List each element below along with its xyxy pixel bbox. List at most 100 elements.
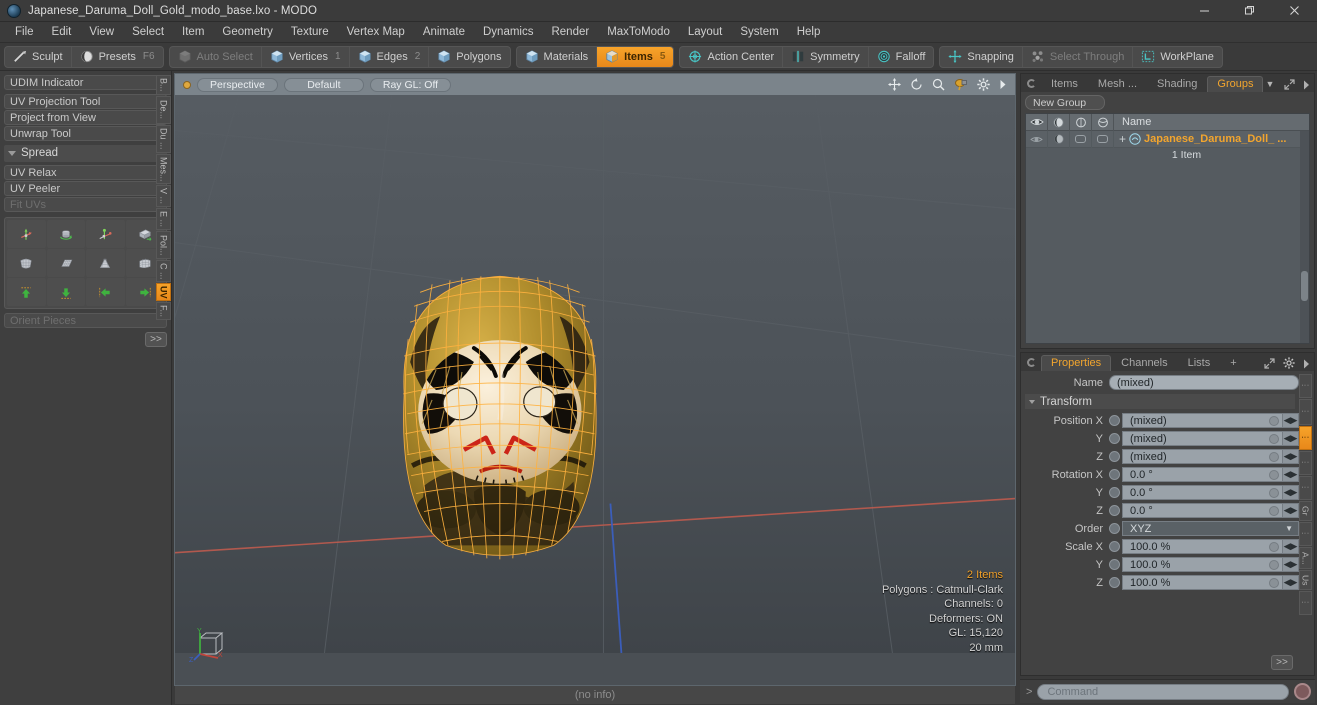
menu-item-help[interactable]: Help [788, 22, 830, 43]
property-stepper-arrows[interactable]: ◀▶ [1283, 575, 1299, 590]
group-row-label[interactable]: + Japanese_Daruma_Doll_ ... [1114, 133, 1286, 145]
tool-uv-peeler[interactable]: UV Peeler [4, 181, 167, 196]
property-value-field[interactable]: XYZ ▼ [1122, 521, 1299, 536]
toolbar-button-snapping[interactable]: Snapping [940, 46, 1023, 67]
tab-add[interactable]: + [1220, 355, 1246, 371]
viewport-raygl-selector[interactable]: Ray GL: Off [369, 77, 452, 92]
chevron-down-icon[interactable]: ▼ [1263, 79, 1279, 92]
new-group-button[interactable]: New Group [1025, 95, 1105, 110]
property-value-field[interactable]: 0.0 ° [1122, 503, 1283, 518]
left-vtab-4[interactable]: V ... [156, 185, 171, 207]
property-stepper-arrows[interactable]: ◀▶ [1283, 413, 1299, 428]
property-radio-toggle[interactable] [1109, 541, 1120, 552]
left-vtab-3[interactable]: Mes... [156, 154, 171, 184]
tool-udim-indicator[interactable]: UDIM Indicator [4, 75, 167, 90]
tab-properties[interactable]: Properties [1041, 355, 1112, 371]
section-header-spread[interactable]: Spread [4, 145, 167, 162]
property-stepper-arrows[interactable]: ◀▶ [1283, 539, 1299, 554]
property-radio-toggle[interactable] [1109, 559, 1120, 570]
menu-item-vertex-map[interactable]: Vertex Map [338, 22, 414, 43]
property-value-field[interactable]: 100.0 % [1122, 575, 1283, 590]
property-value-field[interactable]: 100.0 % [1122, 557, 1283, 572]
property-stepper-arrows[interactable]: ◀▶ [1283, 503, 1299, 518]
property-knob-icon[interactable] [1269, 541, 1279, 552]
groups-scrollbar-thumb[interactable] [1301, 271, 1308, 301]
uv-move-axis-icon[interactable] [86, 220, 125, 248]
left-vtab-9[interactable]: F... [156, 302, 171, 320]
property-knob-icon[interactable] [1269, 469, 1279, 480]
tool-uv-projection-tool[interactable]: UV Projection Tool [4, 94, 167, 109]
menu-item-edit[interactable]: Edit [43, 22, 81, 43]
property-radio-toggle[interactable] [1109, 433, 1120, 444]
properties-settings-button[interactable] [1279, 357, 1299, 371]
property-knob-icon[interactable] [1269, 577, 1279, 588]
property-knob-icon[interactable] [1269, 559, 1279, 570]
panel-menu-icon[interactable] [1027, 358, 1036, 367]
column-shading[interactable] [1092, 113, 1114, 131]
transform-section-header[interactable]: Transform [1025, 394, 1295, 409]
toolbar-button-presets[interactable]: Presets F6 [72, 47, 163, 67]
properties-expand-button[interactable] [1260, 358, 1279, 371]
menu-item-texture[interactable]: Texture [282, 22, 338, 43]
menu-item-select[interactable]: Select [123, 22, 173, 43]
row-visibility-toggle[interactable] [1026, 130, 1048, 148]
menu-item-system[interactable]: System [731, 22, 787, 43]
property-value-field[interactable]: (mixed) [1122, 449, 1283, 464]
property-radio-toggle[interactable] [1109, 451, 1120, 462]
toolbar-button-edges[interactable]: Edges 2 [350, 46, 430, 67]
property-radio-toggle[interactable] [1109, 469, 1120, 480]
viewport-active-dot[interactable] [183, 80, 191, 89]
table-row[interactable]: + Japanese_Daruma_Doll_ ... [1026, 130, 1309, 148]
3d-viewport[interactable]: 2 Items Polygons : Catmull-Clark Channel… [174, 95, 1016, 686]
toolbar-button-falloff[interactable]: Falloff [869, 47, 934, 67]
property-radio-toggle[interactable] [1109, 577, 1120, 588]
tab-items[interactable]: Items [1041, 76, 1088, 92]
property-value-field[interactable]: 0.0 ° [1122, 485, 1283, 500]
property-radio-toggle[interactable] [1109, 415, 1120, 426]
toolbar-button-items[interactable]: Items 5 [597, 46, 674, 67]
toolbar-button-polygons[interactable]: Polygons [429, 47, 509, 67]
row-shading-toggle[interactable] [1092, 130, 1114, 148]
toolbar-button-symmetry[interactable]: Symmetry [783, 46, 869, 67]
tool-uv-relax[interactable]: UV Relax [4, 165, 167, 180]
left-vtab-5[interactable]: E ... [156, 208, 171, 230]
gear-icon[interactable] [977, 78, 990, 91]
menu-item-dynamics[interactable]: Dynamics [474, 22, 542, 43]
left-panel-more-button[interactable]: >> [145, 332, 167, 347]
properties-more-button[interactable]: >> [1271, 655, 1293, 670]
zoom-icon[interactable] [932, 78, 945, 91]
properties-vtab-7[interactable]: A... [1299, 547, 1312, 569]
property-radio-toggle[interactable] [1109, 487, 1120, 498]
chevron-down-icon[interactable]: ▼ [1285, 524, 1293, 533]
properties-vtab-2[interactable]: ⋮ [1299, 426, 1312, 450]
menu-item-layout[interactable]: Layout [679, 22, 732, 43]
tool-unwrap-tool[interactable]: Unwrap Tool [4, 126, 167, 141]
menu-item-animate[interactable]: Animate [414, 22, 474, 43]
uv-cone-unwrap-icon[interactable] [86, 249, 125, 277]
properties-vtab-1[interactable]: ⋮ [1299, 399, 1312, 425]
tab-channels[interactable]: Channels [1111, 355, 1177, 371]
tab-groups[interactable]: Groups [1207, 76, 1264, 92]
property-stepper-arrows[interactable]: ◀▶ [1283, 557, 1299, 572]
property-value-field[interactable]: 0.0 ° [1122, 467, 1283, 482]
tab-mesh[interactable]: Mesh ... [1088, 76, 1147, 92]
properties-vtab-0[interactable]: ⋮ [1299, 374, 1312, 398]
lasso-select-icon[interactable] [954, 78, 968, 91]
left-vtab-0[interactable]: B... [156, 75, 171, 95]
viewport-shading-selector[interactable]: Default [283, 77, 364, 92]
properties-vtab-9[interactable]: ⋮ [1299, 591, 1312, 615]
chevron-right-icon[interactable] [999, 79, 1007, 90]
pan-icon[interactable] [888, 78, 901, 91]
groups-scrollbar[interactable] [1300, 131, 1309, 343]
uv-shell-icon[interactable] [7, 249, 46, 277]
left-vtab-2[interactable]: Du ... [156, 125, 171, 153]
uv-cylinder-rotate-icon[interactable] [46, 220, 85, 248]
property-radio-toggle[interactable] [1109, 505, 1120, 516]
properties-vtab-5[interactable]: Gr [1299, 501, 1312, 521]
menu-item-geometry[interactable]: Geometry [213, 22, 282, 43]
property-value-field[interactable]: 100.0 % [1122, 539, 1283, 554]
command-input[interactable]: Command [1037, 683, 1289, 700]
toolbar-button-materials[interactable]: Materials [517, 46, 598, 67]
menu-item-view[interactable]: View [80, 22, 123, 43]
menu-item-render[interactable]: Render [542, 22, 598, 43]
